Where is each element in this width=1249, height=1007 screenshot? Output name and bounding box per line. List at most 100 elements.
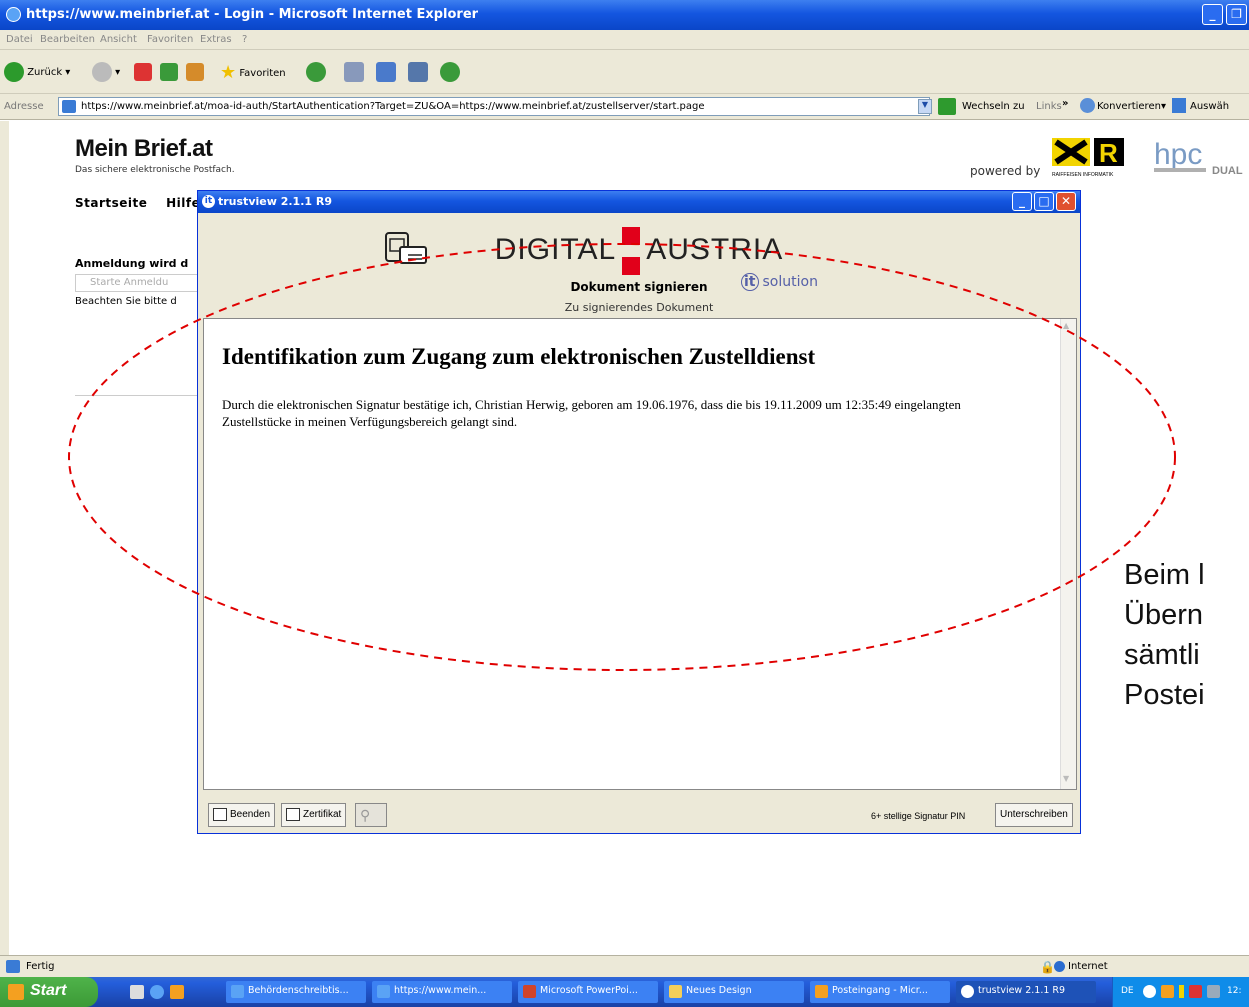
- overlay-line: Beim l: [1124, 559, 1205, 591]
- task-powerpoint[interactable]: Microsoft PowerPoi...: [518, 981, 658, 1003]
- overlay-text: Beim l Übern sämtli Postei: [1124, 555, 1205, 715]
- address-label: Adresse: [4, 101, 44, 112]
- address-input[interactable]: https://www.meinbrief.at/moa-id-auth/Sta…: [58, 97, 930, 116]
- menu-favoriten[interactable]: Favoriten: [147, 34, 193, 45]
- start-button[interactable]: Start: [0, 977, 98, 1007]
- document-view[interactable]: Identifikation zum Zugang zum elektronis…: [203, 318, 1077, 790]
- links-label[interactable]: Links: [1036, 101, 1062, 112]
- tray-app-icon[interactable]: [1207, 985, 1220, 998]
- document-scrollbar[interactable]: ▲ ▼: [1060, 319, 1076, 789]
- mail-button[interactable]: [376, 62, 396, 84]
- status-text: Fertig: [26, 961, 55, 972]
- start-login-button[interactable]: Starte Anmeldu: [75, 274, 210, 292]
- outlook-icon: [815, 985, 828, 998]
- sign-button[interactable]: Unterschreiben: [995, 803, 1073, 827]
- auswaehlen-button[interactable]: Auswäh: [1190, 101, 1229, 112]
- edit-button[interactable]: [408, 62, 428, 84]
- task-label: https://www.mein...: [394, 985, 487, 996]
- minimize-icon[interactable]: _: [1202, 4, 1223, 25]
- address-bar: Adresse https://www.meinbrief.at/moa-id-…: [0, 94, 1249, 120]
- svg-text:R: R: [1099, 138, 1118, 168]
- menu-bar: Datei Bearbeiten Ansicht Favoriten Extra…: [0, 30, 1249, 50]
- task-neues-design[interactable]: Neues Design: [664, 981, 804, 1003]
- quicklaunch-desktop-icon[interactable]: [130, 985, 144, 999]
- menu-bearbeiten[interactable]: Bearbeiten: [40, 34, 95, 45]
- quicklaunch-ie-icon[interactable]: [150, 985, 164, 999]
- system-tray: DE 12:: [1112, 977, 1249, 1007]
- home-icon: [186, 63, 204, 81]
- history-button[interactable]: [306, 62, 326, 84]
- site-tagline: Das sichere elektronische Postfach.: [75, 165, 235, 175]
- dialog-close-icon[interactable]: ✕: [1056, 192, 1076, 211]
- home-button[interactable]: [186, 62, 204, 84]
- pin-label: 6+ stellige Signatur PIN: [871, 811, 966, 821]
- toolbar: Zurück ▾ ▾ ★ Favoriten: [0, 50, 1249, 94]
- menu-help[interactable]: ?: [242, 34, 247, 45]
- task-posteingang[interactable]: Posteingang - Micr...: [810, 981, 950, 1003]
- powered-by-label: powered by: [970, 164, 1041, 178]
- dialog-title-bar: it trustview 2.1.1 R9 _ □ ✕: [198, 191, 1080, 213]
- go-arrow-icon[interactable]: [938, 98, 956, 115]
- trustview-icon: [961, 985, 974, 998]
- it-logo-text: solution: [762, 274, 818, 290]
- menu-extras[interactable]: Extras: [200, 34, 232, 45]
- back-label: Zurück: [27, 67, 63, 78]
- konvertieren-button[interactable]: Konvertieren: [1097, 101, 1161, 112]
- tray-alert-icon[interactable]: [1179, 985, 1184, 998]
- site-nav: Startseite Hilfe: [75, 196, 214, 210]
- dialog-maximize-icon[interactable]: □: [1034, 192, 1054, 211]
- nav-hilfe[interactable]: Hilfe: [166, 196, 200, 210]
- task-meinbrief[interactable]: https://www.mein...: [372, 981, 512, 1003]
- task-trustview[interactable]: trustview 2.1.1 R9: [956, 981, 1096, 1003]
- task-label: Behördenschreibtis...: [248, 985, 349, 996]
- overlay-line: Postei: [1124, 679, 1205, 711]
- page-done-icon: [6, 960, 20, 973]
- tray-network-icon[interactable]: [1143, 985, 1156, 998]
- stop-button[interactable]: [134, 62, 152, 84]
- document-heading: Identifikation zum Zugang zum elektronis…: [222, 344, 816, 369]
- brand-left: DIGITAL: [494, 232, 617, 266]
- favorites-button[interactable]: ★ Favoriten: [220, 62, 286, 84]
- brand-right: AUSTRIA: [646, 232, 784, 266]
- back-arrow-icon: [4, 62, 24, 82]
- messenger-button[interactable]: [440, 62, 460, 84]
- site-logo[interactable]: Mein Brief.at: [75, 135, 213, 163]
- chevron-down-icon[interactable]: ▾: [1161, 101, 1166, 112]
- print-button[interactable]: [344, 62, 364, 84]
- login-note: Beachten Sie bitte d: [75, 296, 177, 307]
- zertifikat-button[interactable]: Zertifikat: [281, 803, 347, 827]
- go-button[interactable]: Wechseln zu: [962, 101, 1025, 112]
- scroll-up-icon[interactable]: ▲: [1063, 321, 1069, 330]
- task-behoerden[interactable]: Behördenschreibtis...: [226, 981, 366, 1003]
- austria-flag-mark: [622, 227, 641, 275]
- windows-logo-icon: [8, 984, 24, 1000]
- zertifikat-label: Zertifikat: [303, 809, 342, 820]
- magnifier-icon: ⚲: [360, 807, 371, 823]
- address-dropdown-icon[interactable]: ▼: [918, 99, 932, 114]
- restore-icon[interactable]: ❐: [1226, 4, 1247, 25]
- dual-label: DUAL: [1212, 165, 1243, 177]
- tray-clock: 12:: [1227, 986, 1242, 996]
- tray-security-icon[interactable]: [1189, 985, 1202, 998]
- it-logo-icon: it: [741, 273, 759, 291]
- refresh-button[interactable]: [160, 62, 178, 84]
- trustview-dialog: it trustview 2.1.1 R9 _ □ ✕ DIGITAL AUSTR…: [197, 190, 1081, 834]
- certificate-icon: [286, 807, 300, 821]
- back-button[interactable]: Zurück ▾: [4, 62, 70, 84]
- raiffeisen-logo: R RAIFFEISEN INFORMATIK: [1052, 138, 1124, 178]
- search-button[interactable]: ⚲: [355, 803, 387, 827]
- dialog-minimize-icon[interactable]: _: [1012, 192, 1032, 211]
- scroll-down-icon[interactable]: ▼: [1063, 774, 1069, 783]
- chevron-right-icon[interactable]: »: [1062, 98, 1068, 109]
- forward-button[interactable]: ▾: [92, 62, 120, 84]
- menu-ansicht[interactable]: Ansicht: [100, 34, 137, 45]
- beenden-button[interactable]: Beenden: [208, 803, 276, 827]
- language-indicator[interactable]: DE: [1121, 986, 1134, 996]
- tray-outlook-icon[interactable]: [1161, 985, 1174, 998]
- quicklaunch-outlook-icon[interactable]: [170, 985, 184, 999]
- ie-icon: [231, 985, 244, 998]
- nav-startseite[interactable]: Startseite: [75, 196, 147, 210]
- menu-datei[interactable]: Datei: [6, 34, 33, 45]
- page-icon: [62, 100, 76, 113]
- it-solution-logo: it solution: [741, 273, 818, 291]
